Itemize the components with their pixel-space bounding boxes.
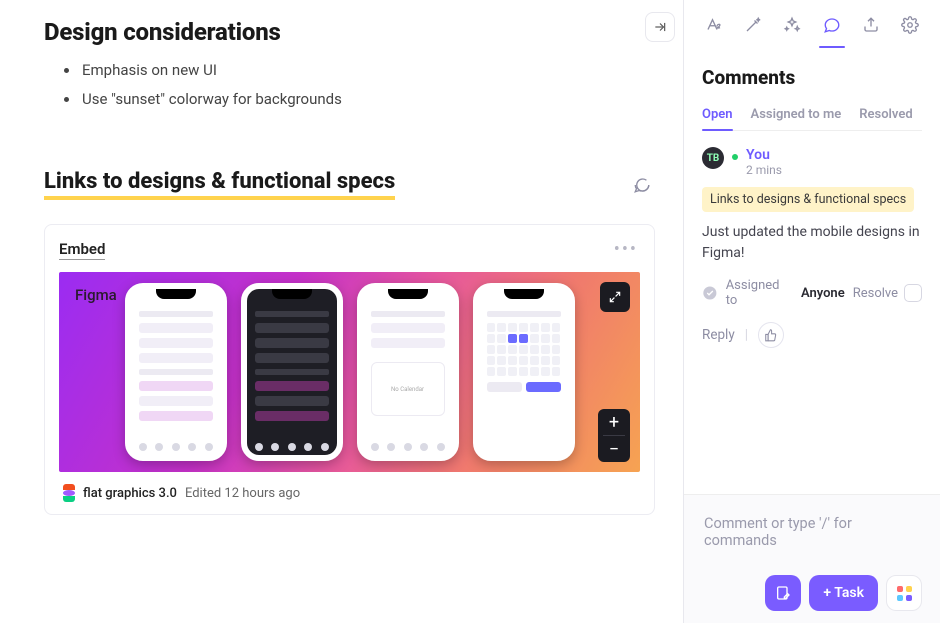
assigned-to-value[interactable]: Anyone: [801, 286, 845, 301]
sidebar-title: Comments: [702, 66, 922, 89]
react-button[interactable]: [758, 322, 784, 348]
comment-time: 2 mins: [746, 163, 782, 177]
comments-sidebar: Comments Open Assigned to me Resolved TB…: [684, 0, 940, 623]
comments-tabs: Open Assigned to me Resolved: [702, 107, 922, 131]
figma-preview[interactable]: Figma: [59, 272, 640, 472]
figma-logo: Figma: [75, 286, 117, 304]
apps-grid-icon: [897, 586, 912, 601]
tab-resolved[interactable]: Resolved: [859, 107, 912, 130]
task-button-label: + Task: [823, 585, 864, 601]
zoom-in-button[interactable]: +: [598, 409, 630, 435]
expand-icon: [608, 290, 622, 304]
preview-phone: [125, 283, 227, 461]
tool-text-style[interactable]: [697, 8, 731, 42]
embed-more-button[interactable]: •••: [612, 239, 640, 260]
document-main: Design considerations Emphasis on new UI…: [0, 0, 683, 623]
comment-body: Just updated the mobile designs in Figma…: [702, 222, 922, 264]
zoom-controls: + −: [598, 409, 630, 462]
comment-item: TB You 2 mins Links to designs & functio…: [702, 147, 922, 348]
new-doc-button[interactable]: [765, 575, 801, 611]
preview-phone: [241, 283, 343, 461]
avatar[interactable]: TB: [702, 147, 724, 169]
embed-card: Embed ••• Figma: [44, 224, 655, 515]
tool-comments[interactable]: [815, 8, 849, 42]
embed-file-name[interactable]: flat graphics 3.0: [83, 486, 177, 501]
comment-author[interactable]: You: [746, 147, 782, 163]
tab-open[interactable]: Open: [702, 107, 733, 130]
preview-phone: No Calendar: [357, 283, 459, 461]
zoom-out-button[interactable]: −: [598, 436, 630, 462]
tab-assigned-to-me[interactable]: Assigned to me: [751, 107, 842, 130]
gear-icon: [901, 16, 919, 34]
doc-heading-1: Design considerations: [44, 18, 655, 46]
list-item: Emphasis on new UI: [80, 56, 655, 85]
reply-button[interactable]: Reply: [702, 327, 735, 343]
doc-heading-2: Links to designs & functional specs: [44, 169, 395, 200]
thumbs-up-icon: [764, 328, 778, 342]
sparkles-icon: [783, 16, 801, 34]
expand-button[interactable]: [600, 282, 630, 312]
embed-label[interactable]: Embed: [59, 240, 105, 260]
figma-icon: [63, 484, 75, 502]
collapse-sidebar-button[interactable]: [645, 12, 675, 42]
section-comment-button[interactable]: [629, 172, 655, 198]
new-task-button[interactable]: + Task: [809, 575, 878, 611]
assigned-label: Assigned to: [726, 278, 793, 308]
comment-icon: [633, 176, 651, 194]
wand-icon: [744, 16, 762, 34]
list-item: Use "sunset" colorway for backgrounds: [80, 85, 655, 114]
tool-ai-assist[interactable]: [736, 8, 770, 42]
tool-share[interactable]: [854, 8, 888, 42]
comment-input[interactable]: Comment or type '/' for commands: [702, 511, 922, 575]
resolve-checkbox[interactable]: [904, 284, 922, 302]
doc-pencil-icon: [775, 585, 791, 601]
tool-settings[interactable]: [893, 8, 927, 42]
embed-edited-label: Edited 12 hours ago: [185, 486, 300, 501]
text-style-icon: [705, 16, 723, 34]
sidebar-toolbar: [684, 0, 940, 48]
preview-phone: [473, 283, 575, 461]
comment-reference-chip[interactable]: Links to designs & functional specs: [702, 187, 914, 212]
presence-indicator: [732, 154, 738, 160]
tool-sparkles[interactable]: [775, 8, 809, 42]
bullet-list: Emphasis on new UI Use "sunset" colorway…: [44, 56, 655, 113]
comment-composer: Comment or type '/' for commands + Task: [684, 494, 940, 623]
share-icon: [862, 16, 880, 34]
check-circle-icon: [702, 285, 718, 301]
resolve-label: Resolve: [853, 286, 898, 301]
collapse-right-icon: [653, 20, 667, 34]
comments-icon: [823, 16, 841, 34]
apps-button[interactable]: [886, 575, 922, 611]
resolve-control[interactable]: Resolve: [853, 284, 922, 302]
